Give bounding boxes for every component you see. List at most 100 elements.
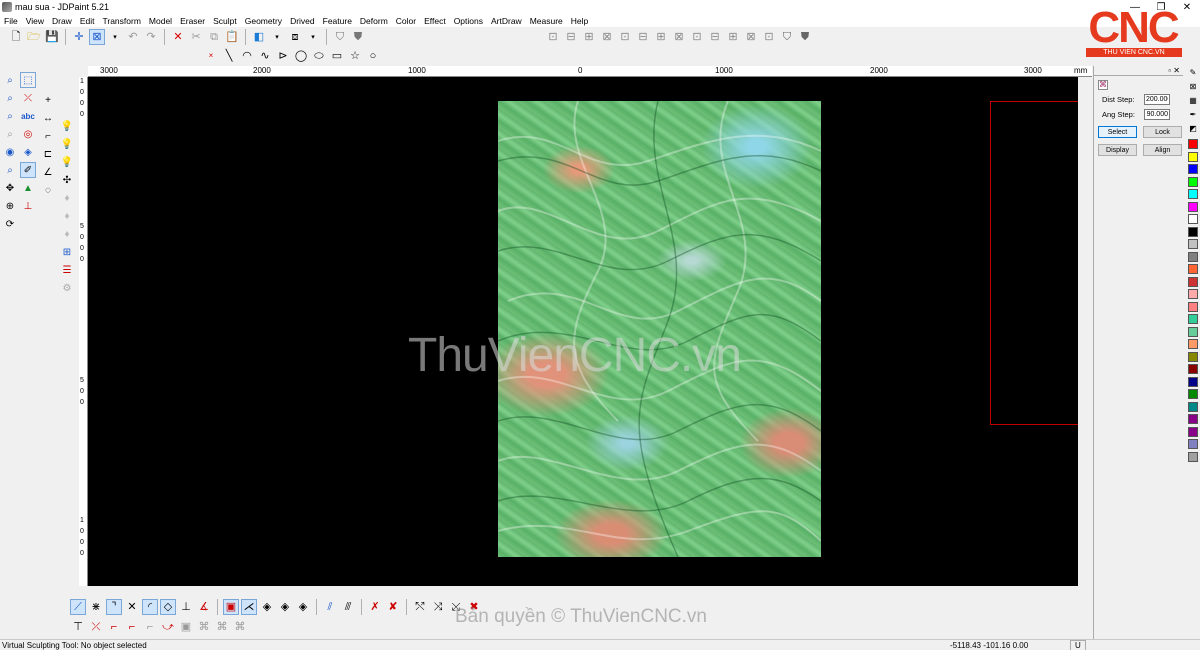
node-diamond-1-icon[interactable]: ◈ [259, 599, 275, 615]
menu-deform[interactable]: Deform [356, 16, 392, 26]
dist-step-input[interactable] [1144, 94, 1170, 105]
node-diamond-3-icon[interactable]: ◈ [295, 599, 311, 615]
relief-tool-2-icon[interactable]: ⊟ [563, 29, 579, 45]
relief-tool-8-icon[interactable]: ⊠ [671, 29, 687, 45]
dropdown-arrow-icon[interactable]: ▾ [107, 29, 123, 45]
view-eye-icon[interactable]: ◉ [2, 144, 18, 160]
select-box-icon[interactable]: ⬚ [20, 72, 36, 88]
fill-icon[interactable]: ◈ [20, 144, 36, 160]
relief-tool-11-icon[interactable]: ⊞ [725, 29, 741, 45]
color-swatch[interactable] [1188, 351, 1198, 362]
perpendicular-icon[interactable]: ⊥ [178, 599, 194, 615]
lock-button[interactable]: Lock [1143, 126, 1182, 138]
lasso-icon[interactable]: ◌ [40, 182, 56, 198]
ang-step-input[interactable] [1144, 109, 1170, 120]
sculpt-tool-icon[interactable]: ✐ [20, 162, 36, 178]
zoom-prev-icon[interactable]: ⌕ [2, 126, 18, 142]
frame-icon[interactable]: ⊏ [40, 146, 56, 162]
menu-edit[interactable]: Edit [76, 16, 99, 26]
light-yellow-icon[interactable]: 💡 [59, 136, 75, 152]
line-tool-icon[interactable]: ⟋ [70, 599, 86, 615]
open-folder-icon[interactable]: 🗁 [26, 29, 42, 45]
redo-icon[interactable]: ↷ [143, 29, 159, 45]
relief-shield-icon[interactable]: ⛉ [779, 29, 795, 45]
palette-close-icon[interactable]: ⊠ [1188, 82, 1198, 92]
gradient-icon[interactable]: ◩ [1188, 124, 1198, 134]
rotate-icon[interactable]: ⟳ [2, 216, 18, 232]
color-swatch[interactable] [1188, 301, 1198, 312]
polyline-icon[interactable]: ⊳ [275, 48, 291, 64]
menu-color[interactable]: Color [392, 16, 420, 26]
split-icon[interactable]: ⫻ [340, 599, 356, 615]
color-swatch[interactable] [1188, 401, 1198, 412]
display-button[interactable]: Display [1098, 144, 1137, 156]
diamond-icon[interactable]: ◇ [160, 599, 176, 615]
curve-3-icon[interactable]: ⌐ [106, 619, 122, 635]
relief-shield-filled-icon[interactable]: ⛊ [797, 29, 813, 45]
table-icon[interactable]: ☰ [59, 262, 75, 278]
grid-lock-icon[interactable]: ⊞ [59, 244, 75, 260]
light-green-icon[interactable]: 💡 [59, 118, 75, 134]
menu-sculpt[interactable]: Sculpt [209, 16, 241, 26]
vertical-scrollbar[interactable] [1078, 77, 1092, 586]
color-swatch[interactable] [1188, 414, 1198, 424]
color-swatch[interactable] [1188, 389, 1198, 399]
dropdown-arrow-icon[interactable]: ▾ [305, 29, 321, 45]
paste-icon[interactable]: 📋 [224, 29, 240, 45]
align-button[interactable]: Align [1143, 144, 1182, 156]
curve-7-icon[interactable]: ▣ [178, 619, 194, 635]
zoom-window-icon[interactable]: ⌕ [2, 72, 18, 88]
menu-effect[interactable]: Effect [420, 16, 450, 26]
light-off-2-icon[interactable]: ♦ [59, 208, 75, 224]
join-icon[interactable]: ⋇ [88, 599, 104, 615]
boundary-rectangle[interactable] [990, 101, 1078, 425]
menu-view[interactable]: View [22, 16, 48, 26]
relief-tool-4-icon[interactable]: ⊠ [599, 29, 615, 45]
delete-icon[interactable]: ✕ [170, 29, 186, 45]
menu-options[interactable]: Options [450, 16, 487, 26]
shield-filled-icon[interactable]: ⛊ [350, 29, 366, 45]
crosshair-icon[interactable]: ✛ [71, 29, 87, 45]
cut-icon[interactable]: ✂ [188, 29, 204, 45]
line-icon[interactable]: ╲ [221, 48, 237, 64]
relief-tool-10-icon[interactable]: ⊟ [707, 29, 723, 45]
corner-icon[interactable]: ⌐ [40, 128, 56, 144]
curve-10-icon[interactable]: ⌘ [232, 619, 248, 635]
menu-model[interactable]: Model [145, 16, 176, 26]
curve-4-icon[interactable]: ⌐ [124, 619, 140, 635]
color-swatch[interactable] [1188, 139, 1198, 149]
light-multi-icon[interactable]: ✣ [59, 172, 75, 188]
pattern-icon[interactable]: ◎ [20, 126, 36, 142]
color-swatch[interactable] [1188, 326, 1198, 337]
horizontal-scrollbar[interactable] [88, 586, 1078, 595]
panel-tab-icon[interactable]: ⌘ [1098, 80, 1108, 90]
spline-icon[interactable]: ∿ [257, 48, 273, 64]
transform-2-icon[interactable]: ⤨ [430, 599, 446, 615]
palette-pick-icon[interactable]: ▦ [1188, 96, 1198, 106]
light-off-1-icon[interactable]: ♦ [59, 190, 75, 206]
pan-icon[interactable]: ✥ [2, 180, 18, 196]
zoom-in-icon[interactable]: ⌕ [2, 90, 18, 106]
node-diamond-2-icon[interactable]: ◈ [277, 599, 293, 615]
menu-eraser[interactable]: Eraser [176, 16, 209, 26]
relief-tool-7-icon[interactable]: ⊞ [653, 29, 669, 45]
menu-file[interactable]: File [0, 16, 22, 26]
relief-mountain-icon[interactable]: ▲ [20, 180, 36, 196]
relief-tool-3-icon[interactable]: ⊞ [581, 29, 597, 45]
node-icon[interactable]: ▣ [223, 599, 239, 615]
menu-transform[interactable]: Transform [98, 16, 144, 26]
undo-icon[interactable]: ↶ [125, 29, 141, 45]
point-icon[interactable]: × [203, 48, 219, 64]
fillet-icon[interactable]: ⌝ [106, 599, 122, 615]
arc-icon[interactable]: ◠ [239, 48, 255, 64]
transform-1-icon[interactable]: ⤲ [412, 599, 428, 615]
view-cube-icon[interactable]: ◧ [251, 29, 267, 45]
color-swatch[interactable] [1188, 151, 1198, 162]
curve-9-icon[interactable]: ⌘ [214, 619, 230, 635]
extend-x-icon[interactable]: ✘ [385, 599, 401, 615]
color-swatch[interactable] [1188, 201, 1198, 212]
arc-fillet-icon[interactable]: ◜ [142, 599, 158, 615]
save-icon[interactable]: 💾 [44, 29, 60, 45]
eyedropper-icon[interactable]: ✒ [1188, 110, 1198, 120]
pen-icon[interactable]: ✎ [1188, 68, 1198, 78]
